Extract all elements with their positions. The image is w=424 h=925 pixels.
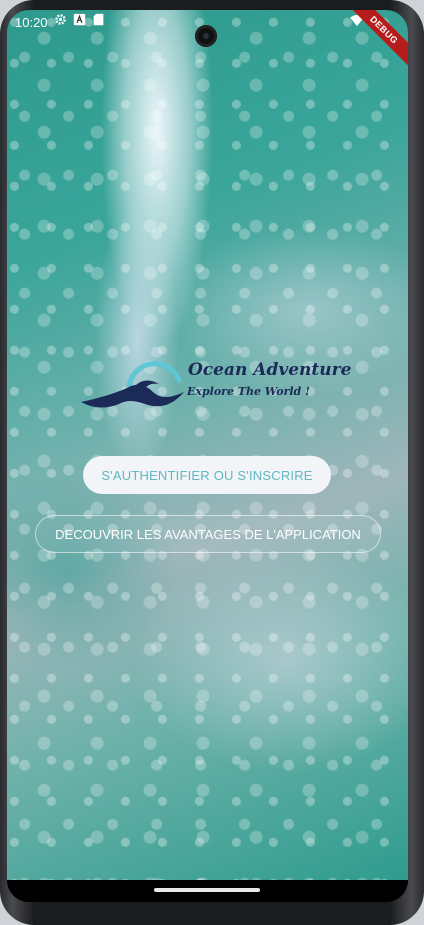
a-box-icon [73,13,86,26]
sd-card-icon [92,13,105,26]
camera-hole [195,25,217,47]
status-time: 10:20 [15,15,48,30]
home-gesture-handle[interactable] [154,888,260,892]
app-screen: 10:20 DEBUG Ocean Adventure Explore The … [7,10,408,902]
ocean-background-image [7,10,408,880]
phone-frame: 10:20 DEBUG Ocean Adventure Explore The … [0,0,424,925]
settings-gear-icon [54,13,67,26]
auth-register-button[interactable]: S'AUTHENTIFIER OU S'INSCRIRE [83,456,331,494]
wave-logo-icon [81,361,184,408]
wave-foam [7,10,408,880]
logo-title: Ocean Adventure [188,360,352,380]
logo-subtitle: Explore The World ! [187,385,310,398]
discover-benefits-button[interactable]: DECOUVRIR LES AVANTAGES DE L'APPLICATION [35,515,381,553]
status-left-icons [54,13,105,26]
app-logo: Ocean Adventure Explore The World ! [79,352,351,422]
